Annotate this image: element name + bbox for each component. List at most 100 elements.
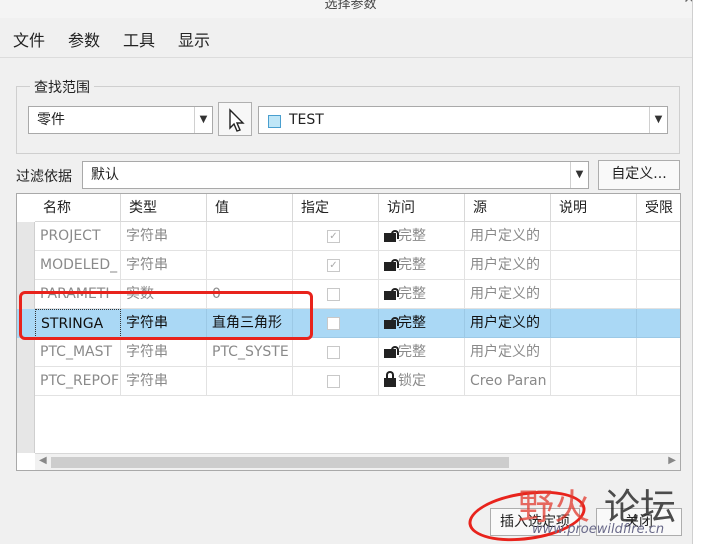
- scroll-right-icon[interactable]: ▶: [668, 455, 676, 466]
- chevron-down-icon: ▼: [194, 107, 212, 133]
- cell-access: 完整: [379, 309, 465, 338]
- menu-tools[interactable]: 工具: [123, 27, 155, 51]
- custom-filter-button[interactable]: 自定义...: [598, 160, 680, 190]
- pick-model-button[interactable]: [218, 102, 252, 136]
- filter-label: 过滤依据: [16, 169, 72, 185]
- lock-icon: [384, 371, 396, 387]
- filter-value: 默认: [91, 167, 119, 183]
- cell-restricted: [637, 367, 680, 396]
- access-label: 完整: [398, 344, 426, 360]
- col-description[interactable]: 说明: [551, 194, 637, 222]
- cell-description: [551, 309, 637, 338]
- cell-designated: [293, 338, 379, 367]
- cell-designated: ✓: [293, 222, 379, 251]
- table-row[interactable]: MODELED_ 字符串 ✓ 完整 用户定义的: [17, 251, 680, 280]
- table-header: 名称 类型 值 指定 访问 源 说明 受限: [17, 194, 680, 222]
- table-row[interactable]: PTC_MAST 字符串 PTC_SYSTE 完整 用户定义的: [17, 338, 680, 367]
- table-row[interactable]: PROJECT 字符串 ✓ 完整 用户定义的: [17, 222, 680, 251]
- col-designated[interactable]: 指定: [293, 194, 379, 222]
- cell-access: 完整: [379, 338, 465, 367]
- cell-name: PROJECT: [35, 222, 121, 251]
- cell-source: 用户定义的: [465, 280, 551, 309]
- cell-name: MODELED_: [35, 251, 121, 280]
- unlock-icon: [384, 226, 399, 242]
- cell-description: [551, 280, 637, 309]
- cell-description: [551, 251, 637, 280]
- cell-designated: ✓: [293, 251, 379, 280]
- designated-checkbox[interactable]: [327, 317, 340, 330]
- cell-value: [207, 367, 293, 396]
- cell-access: 锁定: [379, 367, 465, 396]
- unlock-icon: [384, 255, 399, 271]
- cell-name: PTC_MAST: [35, 338, 121, 367]
- designated-checkbox[interactable]: ✓: [327, 230, 340, 243]
- col-access[interactable]: 访问: [379, 194, 465, 222]
- menu-display[interactable]: 显示: [178, 27, 210, 51]
- annotation-highlight-box: [19, 291, 313, 340]
- model-value: TEST: [289, 112, 324, 128]
- cell-description: [551, 338, 637, 367]
- cell-type: 字符串: [121, 222, 207, 251]
- access-label: 完整: [398, 257, 426, 273]
- cell-type: 字符串: [121, 251, 207, 280]
- scope-type-select[interactable]: 零件 ▼: [28, 106, 213, 134]
- cell-value: PTC_SYSTE: [207, 338, 293, 367]
- cell-access: 完整: [379, 280, 465, 309]
- access-label: 完整: [398, 286, 426, 302]
- model-select[interactable]: TEST ▼: [258, 106, 668, 134]
- cell-restricted: [637, 280, 680, 309]
- scope-legend: 查找范围: [30, 77, 94, 97]
- cell-access: 完整: [379, 222, 465, 251]
- cell-source: 用户定义的: [465, 309, 551, 338]
- menu-bar: 文件 参数 工具 显示: [0, 18, 692, 58]
- chevron-down-icon: ▼: [570, 162, 588, 188]
- scroll-left-icon[interactable]: ◀: [39, 455, 47, 466]
- scope-type-value: 零件: [37, 112, 65, 128]
- window-title: 选择参数: [324, 0, 377, 12]
- cursor-icon: [229, 108, 245, 132]
- cell-restricted: [637, 309, 680, 338]
- access-label: 锁定: [398, 373, 426, 389]
- watermark-url: www.proewildfire.cn: [532, 522, 665, 537]
- filter-select[interactable]: 默认 ▼: [82, 161, 589, 189]
- cell-type: 字符串: [121, 338, 207, 367]
- access-label: 完整: [398, 228, 426, 244]
- title-bar: 选择参数 ✕: [0, 0, 701, 18]
- horizontal-scrollbar[interactable]: ◀ ▶: [35, 453, 680, 470]
- cell-restricted: [637, 222, 680, 251]
- designated-checkbox[interactable]: [327, 288, 340, 301]
- menu-file[interactable]: 文件: [13, 27, 45, 51]
- cell-designated: [293, 367, 379, 396]
- cell-description: [551, 222, 637, 251]
- unlock-icon: [384, 284, 399, 300]
- cell-restricted: [637, 251, 680, 280]
- cell-source: 用户定义的: [465, 251, 551, 280]
- designated-checkbox[interactable]: [327, 375, 340, 388]
- cell-value: [207, 251, 293, 280]
- col-name[interactable]: 名称: [35, 194, 121, 222]
- col-source[interactable]: 源: [465, 194, 551, 222]
- col-type[interactable]: 类型: [121, 194, 207, 222]
- watermark: 野火 论坛 www.proewildfire.cn: [518, 478, 698, 544]
- designated-checkbox[interactable]: ✓: [327, 259, 340, 272]
- col-restricted[interactable]: 受限: [637, 194, 680, 222]
- cell-type: 字符串: [121, 367, 207, 396]
- cell-source: 用户定义的: [465, 222, 551, 251]
- cell-restricted: [637, 338, 680, 367]
- window-edge: [692, 0, 701, 544]
- cell-source: 用户定义的: [465, 338, 551, 367]
- table-row[interactable]: PTC_REPOF 字符串 锁定 Creo Paran: [17, 367, 680, 396]
- cell-access: 完整: [379, 251, 465, 280]
- designated-checkbox[interactable]: [327, 346, 340, 359]
- part-cube-icon: [268, 115, 281, 128]
- access-label: 完整: [398, 315, 426, 331]
- unlock-icon: [384, 313, 399, 329]
- col-value[interactable]: 值: [207, 194, 293, 222]
- cell-value: [207, 222, 293, 251]
- cell-description: [551, 367, 637, 396]
- unlock-icon: [384, 342, 399, 358]
- chevron-down-icon: ▼: [649, 107, 667, 133]
- menu-parameters[interactable]: 参数: [68, 27, 100, 51]
- scroll-thumb[interactable]: [51, 457, 509, 468]
- cell-source: Creo Paran: [465, 367, 551, 396]
